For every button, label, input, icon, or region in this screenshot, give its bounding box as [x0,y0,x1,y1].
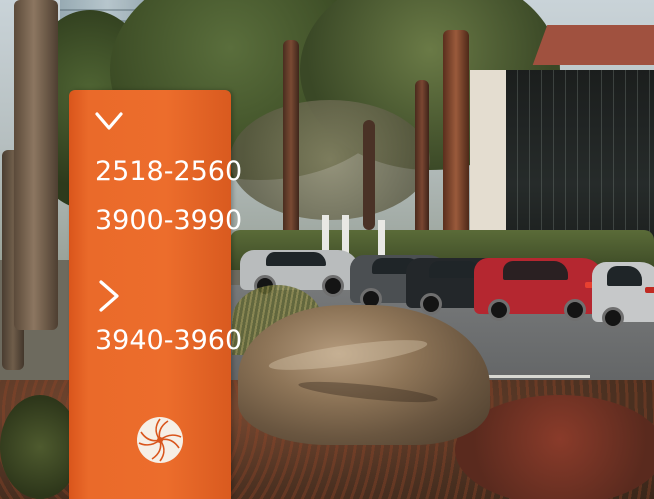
address-range-3: 3940-3960 [95,325,243,356]
tree-trunk [363,120,375,230]
tree-trunk [283,40,299,250]
tree-trunk [415,80,429,240]
tree-canopy [230,100,430,220]
parked-car-silver [592,262,654,329]
building-roof [532,25,654,65]
parked-car-white [240,250,360,297]
green-shrub [0,395,80,499]
office-building [470,25,654,260]
address-range-2: 3900-3990 [95,205,243,236]
flower-emblem-icon [137,417,183,463]
building-wall [470,70,510,240]
directional-address-sign: 2518-2560 3900-3990 3940-3960 [69,90,242,499]
tree-trunk [443,30,469,250]
tree-trunk [14,0,58,330]
address-range-1: 2518-2560 [95,156,243,187]
chevron-down-icon [95,112,123,130]
parked-car-red [474,258,604,321]
bollard [378,220,385,260]
chevron-right-icon [99,280,119,312]
